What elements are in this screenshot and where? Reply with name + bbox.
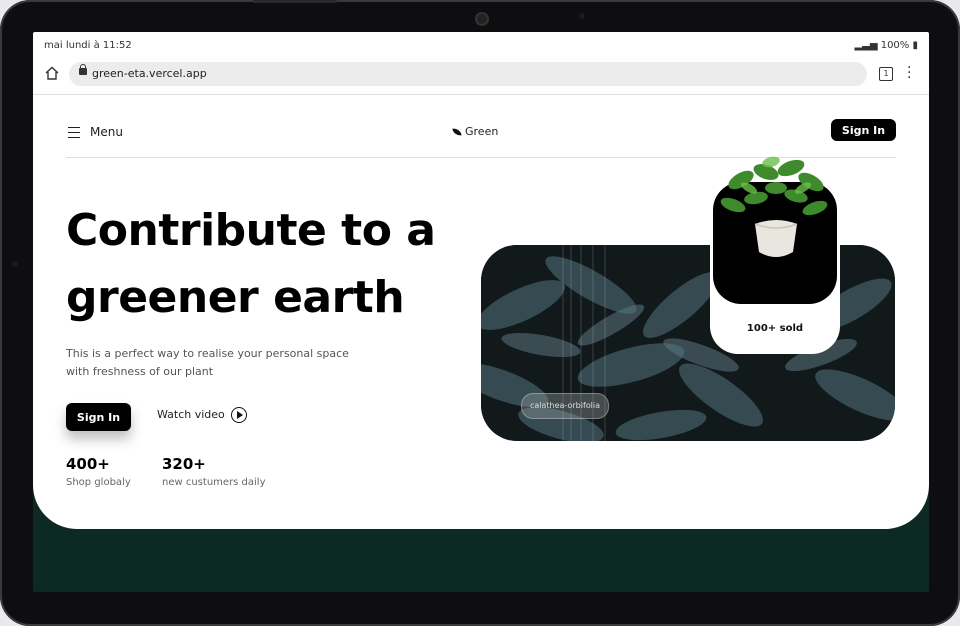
brand-logo[interactable]: Green — [452, 125, 499, 138]
browser-toolbar: green-eta.vercel.app 1 · · · — [33, 58, 929, 95]
side-sensor — [12, 261, 18, 267]
hero-title-line-1: Contribute to a — [66, 205, 436, 256]
sensor — [579, 13, 585, 19]
sold-count: 100+ sold — [746, 323, 804, 334]
hero-subtitle: This is a perfect way to realise your pe… — [66, 345, 366, 381]
hero-subtitle-line-1: This is a perfect way to realise your pe… — [66, 347, 349, 360]
lock-icon — [79, 64, 87, 75]
signal-icon: ▂▃▅ — [854, 40, 878, 51]
stat-label: new custumers daily — [162, 477, 266, 488]
nav-sign-in-button[interactable]: Sign In — [831, 119, 896, 141]
battery-level: 100% — [880, 40, 910, 51]
potted-plant-image — [720, 156, 828, 257]
stat-label: Shop globaly — [66, 477, 131, 488]
watch-video-link[interactable]: Watch video — [157, 407, 247, 423]
battery-icon: ▮ — [912, 40, 918, 51]
tablet-frame: mai lundi à 11:52 ▂▃▅ 100% ▮ green-eta.v… — [0, 0, 960, 626]
front-camera — [475, 12, 489, 26]
status-battery: ▂▃▅ 100% ▮ — [854, 40, 918, 51]
home-icon[interactable] — [45, 66, 59, 80]
hero-title: Contribute to a greener earth — [66, 197, 486, 331]
stat-customers: 320+ new custumers daily — [162, 455, 266, 488]
menu-button[interactable]: Menu — [68, 125, 123, 139]
stat-number: 320+ — [162, 455, 206, 473]
plant-name-caption: calathea-orbifolia — [521, 393, 609, 419]
leaf-icon — [452, 127, 462, 137]
address-bar[interactable]: green-eta.vercel.app — [69, 62, 867, 86]
hero-sign-in-button[interactable]: Sign In — [66, 403, 131, 431]
power-button — [253, 0, 337, 3]
stat-shops: 400+ Shop globaly — [66, 455, 131, 488]
more-options-icon[interactable]: · · · — [907, 61, 913, 85]
tabs-count-button[interactable]: 1 — [879, 67, 893, 81]
play-icon — [230, 407, 247, 423]
screen: mai lundi à 11:52 ▂▃▅ 100% ▮ green-eta.v… — [33, 32, 929, 592]
hero-title-line-2: greener earth — [66, 272, 405, 323]
url-text: green-eta.vercel.app — [92, 67, 207, 80]
hero-subtitle-line-2: with freshness of our plant — [66, 365, 214, 378]
menu-label: Menu — [90, 125, 123, 139]
hamburger-icon — [68, 127, 80, 138]
status-time: mai lundi à 11:52 — [44, 40, 132, 51]
watch-video-label: Watch video — [157, 408, 225, 421]
stat-number: 400+ — [66, 455, 110, 473]
brand-name: Green — [465, 125, 499, 138]
status-bar: mai lundi à 11:52 ▂▃▅ 100% ▮ — [33, 32, 929, 58]
